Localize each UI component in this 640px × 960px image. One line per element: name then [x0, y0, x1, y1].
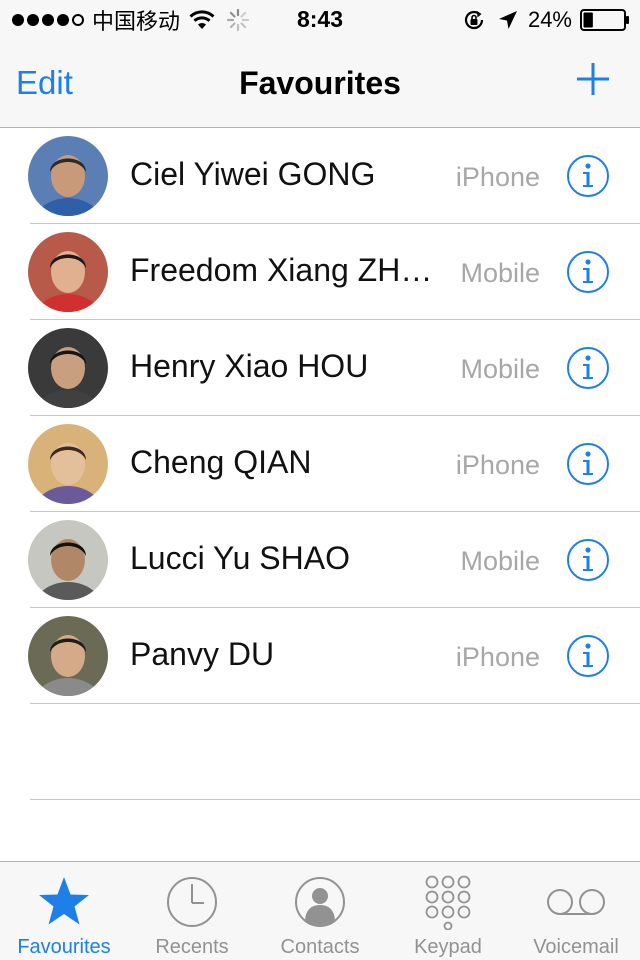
favourite-row[interactable]: Freedom Xiang ZHANG Mobile	[0, 224, 640, 320]
page-title: Favourites	[239, 65, 401, 101]
tab-recents[interactable]: Recents	[128, 862, 256, 960]
info-button[interactable]	[566, 634, 610, 678]
info-button[interactable]	[566, 442, 610, 486]
rotation-lock-icon	[464, 10, 484, 30]
clock-icon	[167, 877, 217, 927]
phone-type: Mobile	[460, 546, 540, 576]
phone-type: iPhone	[455, 162, 540, 192]
contact-name: Lucci Yu SHAO	[130, 540, 350, 576]
battery-percent: 24%	[527, 7, 572, 32]
avatar-photo	[28, 424, 108, 504]
contacts-icon	[295, 877, 345, 927]
contact-name: Cheng QIAN	[130, 444, 312, 480]
info-button[interactable]	[566, 154, 610, 198]
tab-label: Contacts	[280, 936, 360, 958]
contact-avatar	[28, 136, 108, 216]
status-bar: 中国移动 8:43 24%	[0, 0, 640, 40]
contact-name: Panvy DU	[130, 636, 275, 672]
edit-button[interactable]: Edit	[16, 64, 73, 102]
favourite-row[interactable]: Ciel Yiwei GONG iPhone	[0, 128, 640, 224]
tab-label: Voicemail	[533, 936, 619, 958]
location-arrow-icon	[498, 11, 517, 29]
contact-avatar	[28, 328, 108, 408]
empty-list-row	[0, 704, 640, 800]
phone-type: Mobile	[460, 258, 540, 288]
favourite-row[interactable]: Henry Xiao HOU Mobile	[0, 320, 640, 416]
contact-name: Freedom Xiang ZHANG	[130, 252, 440, 288]
contact-avatar	[28, 520, 108, 600]
avatar-photo	[28, 520, 108, 600]
info-button[interactable]	[566, 538, 610, 582]
contact-name: Henry Xiao HOU	[130, 348, 369, 384]
add-favourite-button[interactable]	[576, 62, 610, 96]
phone-type: iPhone	[455, 450, 540, 480]
tab-voicemail[interactable]: Voicemail	[512, 862, 640, 960]
avatar-photo	[28, 232, 108, 312]
star-icon	[39, 877, 89, 925]
phone-type: Mobile	[460, 354, 540, 384]
avatar-photo	[28, 328, 108, 408]
battery-icon	[580, 9, 629, 31]
avatar-photo	[28, 136, 108, 216]
info-button[interactable]	[566, 346, 610, 390]
tab-favourites[interactable]: Favourites	[0, 862, 128, 960]
keypad-icon	[425, 875, 471, 930]
contact-avatar	[28, 424, 108, 504]
favourite-row[interactable]: Panvy DU iPhone	[0, 608, 640, 704]
favourite-row[interactable]: Lucci Yu SHAO Mobile	[0, 512, 640, 608]
contact-avatar	[28, 616, 108, 696]
avatar-photo	[28, 616, 108, 696]
tab-label: Keypad	[414, 936, 482, 958]
info-button[interactable]	[566, 250, 610, 294]
tab-keypad[interactable]: Keypad	[384, 862, 512, 960]
tab-bar: Favourites Recents Contacts Keypad Voice…	[0, 861, 640, 960]
tab-label: Recents	[155, 936, 229, 958]
favourites-list: Ciel Yiwei GONG iPhone Freedom Xiang ZHA…	[0, 128, 640, 800]
tab-contacts[interactable]: Contacts	[256, 862, 384, 960]
contact-name: Ciel Yiwei GONG	[130, 156, 376, 192]
contact-avatar	[28, 232, 108, 312]
phone-type: iPhone	[455, 642, 540, 672]
tab-label: Favourites	[17, 936, 111, 958]
voicemail-icon	[547, 889, 605, 915]
favourite-row[interactable]: Cheng QIAN iPhone	[0, 416, 640, 512]
status-right: 24%	[462, 6, 630, 34]
navigation-bar: Edit Favourites	[0, 40, 640, 128]
